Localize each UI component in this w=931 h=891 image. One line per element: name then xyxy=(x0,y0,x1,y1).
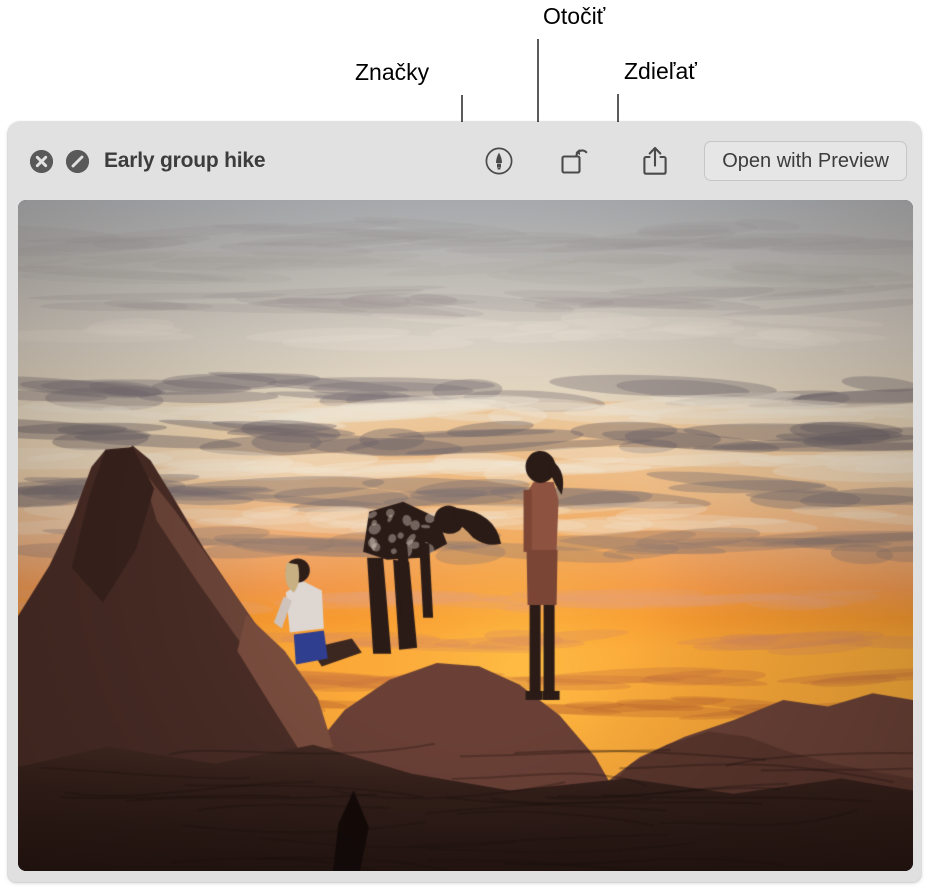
share-box-up-arrow-icon xyxy=(643,146,667,175)
no-entry-slash-circle-icon xyxy=(66,149,89,173)
quick-look-toolbar: Early group hike Open with Preview xyxy=(8,122,921,200)
window-title: Early group hike xyxy=(104,149,266,172)
sunset-hikers-photo xyxy=(18,200,913,871)
markup-pen-circle-icon xyxy=(485,147,513,175)
quicklook-action-button[interactable] xyxy=(66,149,89,173)
callout-label-share: Zdieľať xyxy=(624,58,697,84)
share-button[interactable] xyxy=(634,140,676,182)
close-circle-x-icon xyxy=(30,149,53,173)
rotate-button[interactable] xyxy=(554,140,596,182)
close-button[interactable] xyxy=(30,149,53,173)
rotate-left-square-icon xyxy=(561,149,588,174)
callout-label-rotate: Otočiť xyxy=(543,3,606,29)
open-with-preview-label: Open with Preview xyxy=(722,149,889,172)
callout-label-markup: Značky xyxy=(355,59,430,85)
photo-preview[interactable] xyxy=(18,200,913,871)
open-with-preview-button[interactable]: Open with Preview xyxy=(704,141,907,181)
markup-button[interactable] xyxy=(478,140,520,182)
quick-look-window: Early group hike Open with Preview xyxy=(8,122,921,882)
